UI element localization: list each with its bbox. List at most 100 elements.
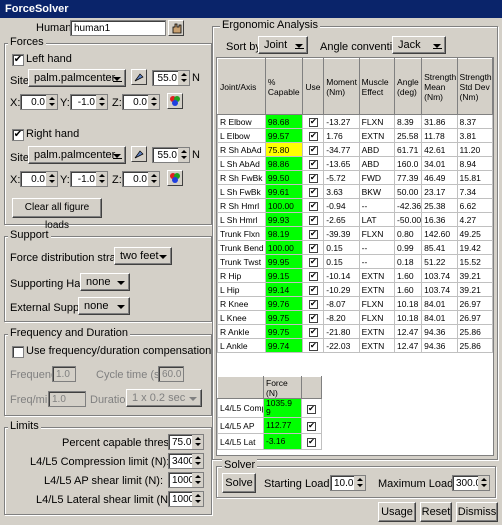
cycle-input[interactable]: 60.0 xyxy=(158,366,184,382)
column-header[interactable]: Strength Std Dev (Nm) xyxy=(456,58,494,115)
use-checkbox[interactable]: ✔ xyxy=(302,114,325,129)
use-checkbox[interactable]: ✔ xyxy=(302,338,325,353)
column-header[interactable]: % Capable xyxy=(264,58,304,115)
table-row[interactable]: L Knee 99.75 ✔ -8.20 FLXN 10.18 84.01 26.97 xyxy=(217,310,494,325)
right-y-input[interactable]: -1.0 xyxy=(70,171,108,187)
duration-select[interactable]: 1 x 0.2 sec xyxy=(126,389,202,407)
right-site-select[interactable]: palm.palmcenter xyxy=(28,146,126,164)
usage-button[interactable]: Usage xyxy=(378,502,416,522)
angle-convention-select[interactable]: Jack xyxy=(392,36,446,54)
use-checkbox[interactable]: ✔ xyxy=(302,296,325,311)
right-z-input[interactable]: 0.0 xyxy=(122,171,160,187)
dismiss-button[interactable]: Dismiss xyxy=(456,502,498,522)
cell-pct: 98.19 xyxy=(264,226,304,241)
right-pick-icon[interactable] xyxy=(131,146,147,162)
use-frequency-checkbox[interactable] xyxy=(12,346,24,358)
table-row[interactable]: L Sh Hmrl 99.93 ✔ -2.65 LAT -50.00 16.36 4.27 xyxy=(217,212,494,227)
use-checkbox[interactable]: ✔ xyxy=(302,254,325,269)
table-row[interactable]: R Knee 99.76 ✔ -8.07 FLXN 10.18 84.01 26.97 xyxy=(217,296,494,311)
table-row[interactable]: R Sh Hmrl 100.00 ✔ -0.94 -- -42.36 25.38 6.62 xyxy=(217,198,494,213)
left-z-input[interactable]: 0.0 xyxy=(122,94,160,110)
table-row[interactable]: L Ankle 99.74 ✔ -22.03 EXTN 12.47 94.36 25.86 xyxy=(217,338,494,353)
column-header[interactable]: Angle (deg) xyxy=(394,58,423,115)
spine-header-blank xyxy=(217,376,264,399)
use-checkbox[interactable]: ✔ xyxy=(302,142,325,157)
cell-std: 6.62 xyxy=(456,198,494,213)
use-checkbox[interactable]: ✔ xyxy=(302,198,325,213)
cell-joint: L Knee xyxy=(217,310,266,325)
table-row[interactable]: Trunk Flxn 98.19 ✔ -39.39 FLXN 0.80 142.60 49.2… xyxy=(217,226,494,241)
left-color-icon[interactable] xyxy=(167,93,183,109)
hand-select[interactable]: none xyxy=(80,273,130,291)
use-checkbox[interactable]: ✔ xyxy=(302,240,325,255)
spine-row[interactable]: L4/L5 AP 112.77 ✔ xyxy=(217,417,322,434)
table-row[interactable]: Trunk Bend 100.00 ✔ 0.15 -- 0.99 85.41 19.42 xyxy=(217,240,494,255)
column-header[interactable]: Joint/Axis xyxy=(217,58,266,115)
use-checkbox[interactable]: ✔ xyxy=(302,226,325,241)
ap-limit-input[interactable]: 1000.0 xyxy=(168,472,204,488)
use-checkbox[interactable]: ✔ xyxy=(302,324,325,339)
external-select[interactable]: none xyxy=(78,297,130,315)
column-header[interactable]: Muscle Effect xyxy=(358,58,396,115)
clear-loads-button[interactable]: Clear all figure loads xyxy=(12,198,102,231)
max-load-input[interactable]: 300.0 xyxy=(452,475,490,491)
table-row[interactable]: R Hip 99.15 ✔ -10.14 EXTN 1.60 103.74 39.21 xyxy=(217,268,494,283)
column-header[interactable]: Strength Mean (Nm) xyxy=(421,58,458,115)
use-checkbox[interactable]: ✔ xyxy=(302,310,325,325)
cell-joint: R Hip xyxy=(217,268,266,283)
comp-limit-input[interactable]: 3400.0 xyxy=(168,453,204,469)
cell-pct: 99.57 xyxy=(264,128,304,143)
left-pick-icon[interactable] xyxy=(131,69,147,85)
left-hand-checkbox[interactable]: ✔ xyxy=(12,54,24,66)
table-row[interactable]: L Hip 99.14 ✔ -10.29 EXTN 1.60 103.74 39.21 xyxy=(217,282,494,297)
use-checkbox[interactable]: ✔ xyxy=(302,268,325,283)
strategy-select[interactable]: two feet xyxy=(114,247,172,265)
spine-use-checkbox[interactable]: ✔ xyxy=(301,398,322,418)
column-header[interactable]: Moment (Nm) xyxy=(323,58,360,115)
pct-threshold-input[interactable]: 75.0 xyxy=(168,434,204,450)
lat-limit-input[interactable]: 1000.0 xyxy=(168,491,204,507)
analysis-table-container[interactable]: Joint/Axis% Capable Use Moment (Nm) Muscle … xyxy=(216,57,494,456)
use-checkbox[interactable]: ✔ xyxy=(302,184,325,199)
cell-mean: 94.36 xyxy=(421,324,458,339)
left-x-input[interactable]: 0.0 xyxy=(20,94,58,110)
spine-row[interactable]: L4/L5 Comp 1035.9 9 ✔ xyxy=(217,398,322,418)
solve-button[interactable]: Solve xyxy=(222,473,256,493)
spine-row[interactable]: L4/L5 Lat -3.16 ✔ xyxy=(217,433,322,450)
table-row[interactable]: L Elbow 99.57 ✔ 1.76 EXTN 25.58 11.78 3.81 xyxy=(217,128,494,143)
spine-use-checkbox[interactable]: ✔ xyxy=(301,433,322,450)
start-load-input[interactable]: 10.0 xyxy=(330,475,366,491)
cell-moment: -39.39 xyxy=(323,226,360,241)
cell-pct: 99.61 xyxy=(264,184,304,199)
left-force-input[interactable]: 55.0 xyxy=(152,70,190,86)
table-row[interactable]: R Elbow 98.68 ✔ -13.27 FLXN 8.39 31.86 8.37 xyxy=(217,114,494,129)
use-checkbox[interactable]: ✔ xyxy=(302,212,325,227)
cell-pct: 99.95 xyxy=(264,254,304,269)
use-checkbox[interactable]: ✔ xyxy=(302,128,325,143)
right-force-input[interactable]: 55.0 xyxy=(152,147,190,163)
right-x-input[interactable]: 0.0 xyxy=(20,171,58,187)
right-x-label: X: xyxy=(10,174,21,186)
use-checkbox[interactable]: ✔ xyxy=(302,282,325,297)
cell-mean: 103.74 xyxy=(421,268,458,283)
use-checkbox[interactable]: ✔ xyxy=(302,170,325,185)
use-checkbox[interactable]: ✔ xyxy=(302,156,325,171)
human-field[interactable]: human1 xyxy=(70,20,166,36)
freq-min-input[interactable]: 1.0 xyxy=(48,391,86,407)
frequency-input[interactable]: 1.0 xyxy=(52,366,76,382)
table-row[interactable]: L Sh AbAd 98.86 ✔ -13.65 ABD 160.0 34.01 8.94 xyxy=(217,156,494,171)
sort-select[interactable]: Joint xyxy=(258,36,308,54)
spine-use-checkbox[interactable]: ✔ xyxy=(301,417,322,434)
table-row[interactable]: L Sh FwBk 99.61 ✔ 3.63 BKW 50.00 23.17 7.34 xyxy=(217,184,494,199)
right-hand-checkbox[interactable]: ✔ xyxy=(12,129,24,141)
table-row[interactable]: R Sh AbAd 75.80 ✔ -34.77 ABD 61.71 42.61 11.20 xyxy=(217,142,494,157)
table-row[interactable]: R Sh FwBk 99.50 ✔ -5.72 FWD 77.39 46.49 15.81 xyxy=(217,170,494,185)
right-color-icon[interactable] xyxy=(167,170,183,186)
left-site-select[interactable]: palm.palmcenter xyxy=(28,69,126,87)
hand-pick-icon[interactable] xyxy=(168,20,184,36)
table-row[interactable]: Trunk Twst 99.95 ✔ 0.15 -- 0.18 51.22 15.52 xyxy=(217,254,494,269)
left-y-input[interactable]: -1.0 xyxy=(70,94,108,110)
table-row[interactable]: R Ankle 99.75 ✔ -21.80 EXTN 12.47 94.36 25.86 xyxy=(217,324,494,339)
reset-button[interactable]: Reset xyxy=(420,502,452,522)
column-header[interactable]: Use xyxy=(302,58,325,115)
